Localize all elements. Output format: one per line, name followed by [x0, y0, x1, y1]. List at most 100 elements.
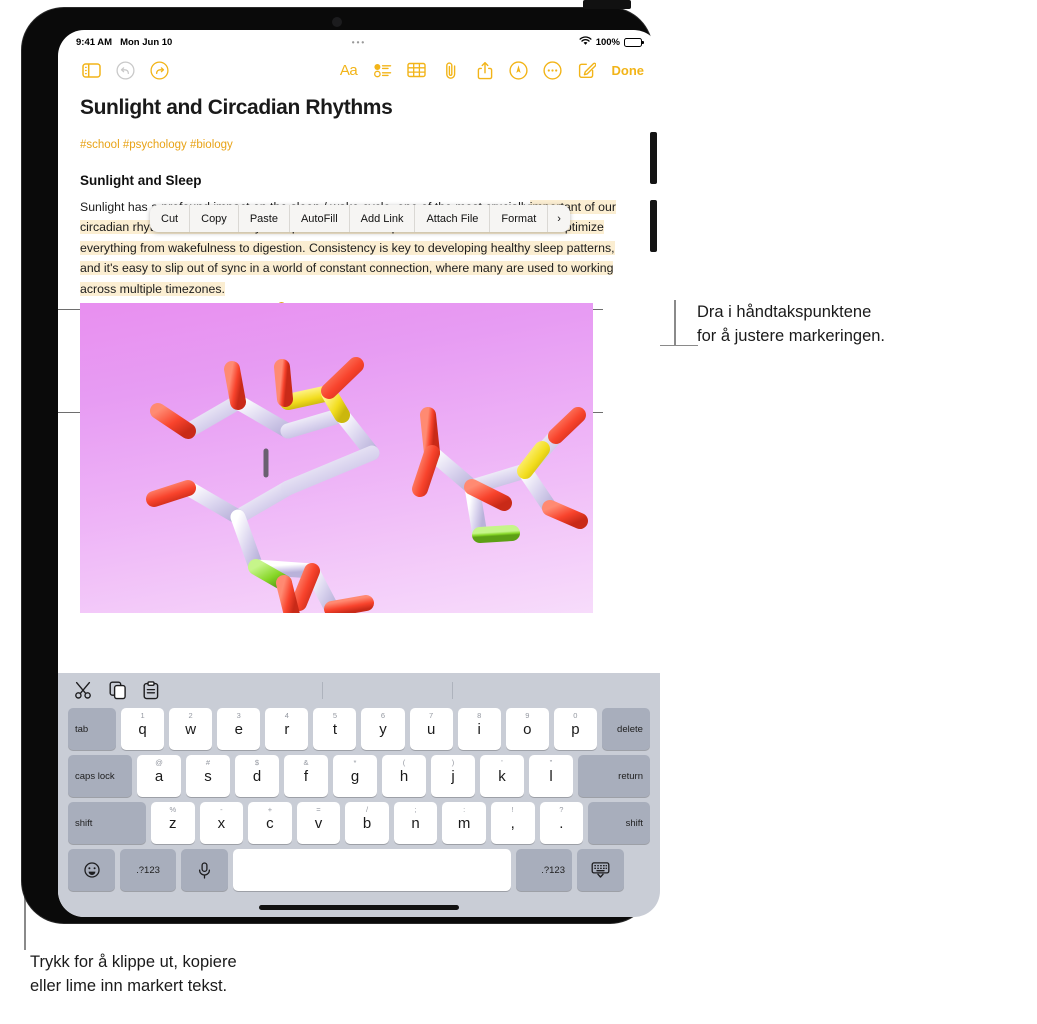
volume-down-button: [650, 200, 657, 252]
context-menu-autofill[interactable]: AutoFill: [290, 205, 350, 232]
key-shift-right[interactable]: shift: [588, 802, 651, 844]
key-caps-lock[interactable]: caps lock: [68, 755, 132, 797]
text-selection-context-menu: Cut Copy Paste AutoFill Add Link Attach …: [150, 205, 570, 232]
key-delete[interactable]: delete: [601, 708, 650, 750]
key-a[interactable]: @ a: [137, 755, 181, 797]
key-u[interactable]: 7u: [409, 708, 453, 750]
keyboard-row-2: caps lock @ a # s $ d & f * g (h ) j ' k " l ret…: [64, 755, 654, 797]
key-d[interactable]: $ d: [235, 755, 279, 797]
emoji-icon: [83, 862, 100, 878]
key-y[interactable]: 6y: [361, 708, 405, 750]
keyboard-row-4: .?123 .?123: [64, 849, 654, 891]
key-k[interactable]: ' k: [480, 755, 524, 797]
key-j[interactable]: ) j: [431, 755, 475, 797]
callout-right-leader-vertical: [674, 300, 676, 346]
context-menu-cut[interactable]: Cut: [150, 205, 191, 232]
key-shift-left[interactable]: shift: [68, 802, 146, 844]
multitasking-dots-icon[interactable]: •••: [352, 38, 366, 47]
undo-icon[interactable]: [108, 55, 142, 85]
key-i[interactable]: 8i: [457, 708, 501, 750]
redo-icon[interactable]: [142, 55, 176, 85]
context-menu-attach-file[interactable]: Attach File: [415, 205, 491, 232]
numeric-key-right[interactable]: .?123: [516, 849, 572, 891]
context-menu-add-link[interactable]: Add Link: [350, 205, 416, 232]
markup-icon[interactable]: [502, 55, 536, 85]
copy-icon[interactable]: [109, 681, 127, 700]
key-t[interactable]: 5t: [313, 708, 357, 750]
note-title: Sunlight and Circadian Rhythms: [80, 96, 393, 119]
context-menu-more-chevron[interactable]: ›: [548, 205, 570, 232]
format-text-icon[interactable]: Aa: [332, 55, 366, 85]
key-n[interactable]: ; n: [393, 802, 438, 844]
key-s[interactable]: # s: [186, 755, 230, 797]
numeric-key-left[interactable]: .?123: [120, 849, 176, 891]
key-m[interactable]: :m: [442, 802, 486, 844]
key-w[interactable]: 2w: [169, 708, 213, 750]
key-o[interactable]: 9o: [505, 708, 549, 750]
key-p[interactable]: 0p: [553, 708, 597, 750]
dictation-key[interactable]: [181, 849, 228, 891]
key-g[interactable]: * g: [333, 755, 377, 797]
key-tab[interactable]: tab: [68, 708, 116, 750]
status-bar: 9:41 AM Mon Jun 10 ••• 100%: [58, 30, 660, 50]
sidebar-toggle-icon[interactable]: [74, 55, 108, 85]
key-f[interactable]: & f: [284, 755, 328, 797]
space-key[interactable]: [233, 849, 511, 891]
keyboard-dismiss-icon: [591, 862, 610, 878]
key-comma[interactable]: !,: [490, 802, 535, 844]
emoji-key[interactable]: [68, 849, 115, 891]
notes-toolbar: Aa Done: [58, 50, 660, 90]
molecule-image[interactable]: [80, 303, 593, 614]
key-z[interactable]: % z: [151, 802, 195, 844]
attachment-icon[interactable]: [434, 55, 468, 85]
callout-selection-handles-line1: Dra i håndtakspunktene: [697, 303, 872, 321]
key-v[interactable]: = v: [296, 802, 341, 844]
callout-selection-handles-line2: for å justere markeringen.: [697, 327, 886, 345]
callout-shortcut-bar-line2: eller lime inn markert tekst.: [30, 977, 228, 995]
battery-percent-label: 100%: [595, 36, 620, 48]
volume-up-button: [650, 132, 657, 184]
power-button: [583, 0, 631, 9]
microphone-icon: [198, 861, 211, 879]
context-menu-paste[interactable]: Paste: [239, 205, 290, 232]
key-q[interactable]: 1q: [121, 708, 165, 750]
wifi-icon: [579, 35, 592, 49]
context-menu-copy[interactable]: Copy: [190, 205, 239, 232]
key-h[interactable]: (h: [382, 755, 426, 797]
ipad-screen: 9:41 AM Mon Jun 10 ••• 100% Aa Done Sunl…: [58, 30, 660, 917]
battery-icon: [624, 37, 644, 47]
key-return[interactable]: return: [578, 755, 650, 797]
paste-icon[interactable]: [143, 681, 159, 700]
dismiss-keyboard-key[interactable]: [577, 849, 624, 891]
checklist-icon[interactable]: [366, 55, 400, 85]
table-icon[interactable]: [400, 55, 434, 85]
status-time: 9:41 AM: [76, 36, 113, 48]
key-period[interactable]: ?.: [539, 802, 584, 844]
note-attachment-area: [58, 303, 660, 614]
key-c[interactable]: + c: [248, 802, 292, 844]
front-camera-icon: [332, 17, 342, 27]
callout-shortcut-bar-line1: Trykk for å klippe ut, kopiere: [30, 953, 237, 971]
on-screen-keyboard: tab 1q 2w 3e 4r 5t 6y 7u 8i 9o 0p delete…: [58, 673, 660, 917]
key-r[interactable]: 4r: [265, 708, 309, 750]
home-indicator[interactable]: [259, 905, 459, 910]
keyboard-row-3: shift % z -x + c = v / b ; n :m !, ?. shift: [64, 802, 654, 844]
more-icon[interactable]: [536, 55, 570, 85]
note-section-heading: Sunlight and Sleep: [80, 173, 202, 188]
keyboard-row-1: tab 1q 2w 3e 4r 5t 6y 7u 8i 9o 0p delete: [64, 708, 654, 750]
share-icon[interactable]: [468, 55, 502, 85]
compose-icon[interactable]: [570, 55, 604, 85]
key-x[interactable]: -x: [199, 802, 244, 844]
cut-icon[interactable]: [74, 681, 93, 700]
key-b[interactable]: / b: [345, 802, 389, 844]
key-e[interactable]: 3e: [217, 708, 261, 750]
key-l[interactable]: " l: [529, 755, 573, 797]
paragraph-unselected-prefix: Sunlight: [80, 200, 125, 214]
keyboard-shortcut-bar: [64, 673, 654, 708]
done-button[interactable]: Done: [612, 63, 645, 78]
ipad-device-frame: 9:41 AM Mon Jun 10 ••• 100% Aa Done Sunl…: [22, 8, 660, 923]
callout-right-leader-elbow: [674, 344, 698, 346]
note-tags[interactable]: #school #psychology #biology: [80, 139, 638, 151]
status-date: Mon Jun 10: [120, 36, 173, 48]
context-menu-format[interactable]: Format: [490, 205, 549, 232]
